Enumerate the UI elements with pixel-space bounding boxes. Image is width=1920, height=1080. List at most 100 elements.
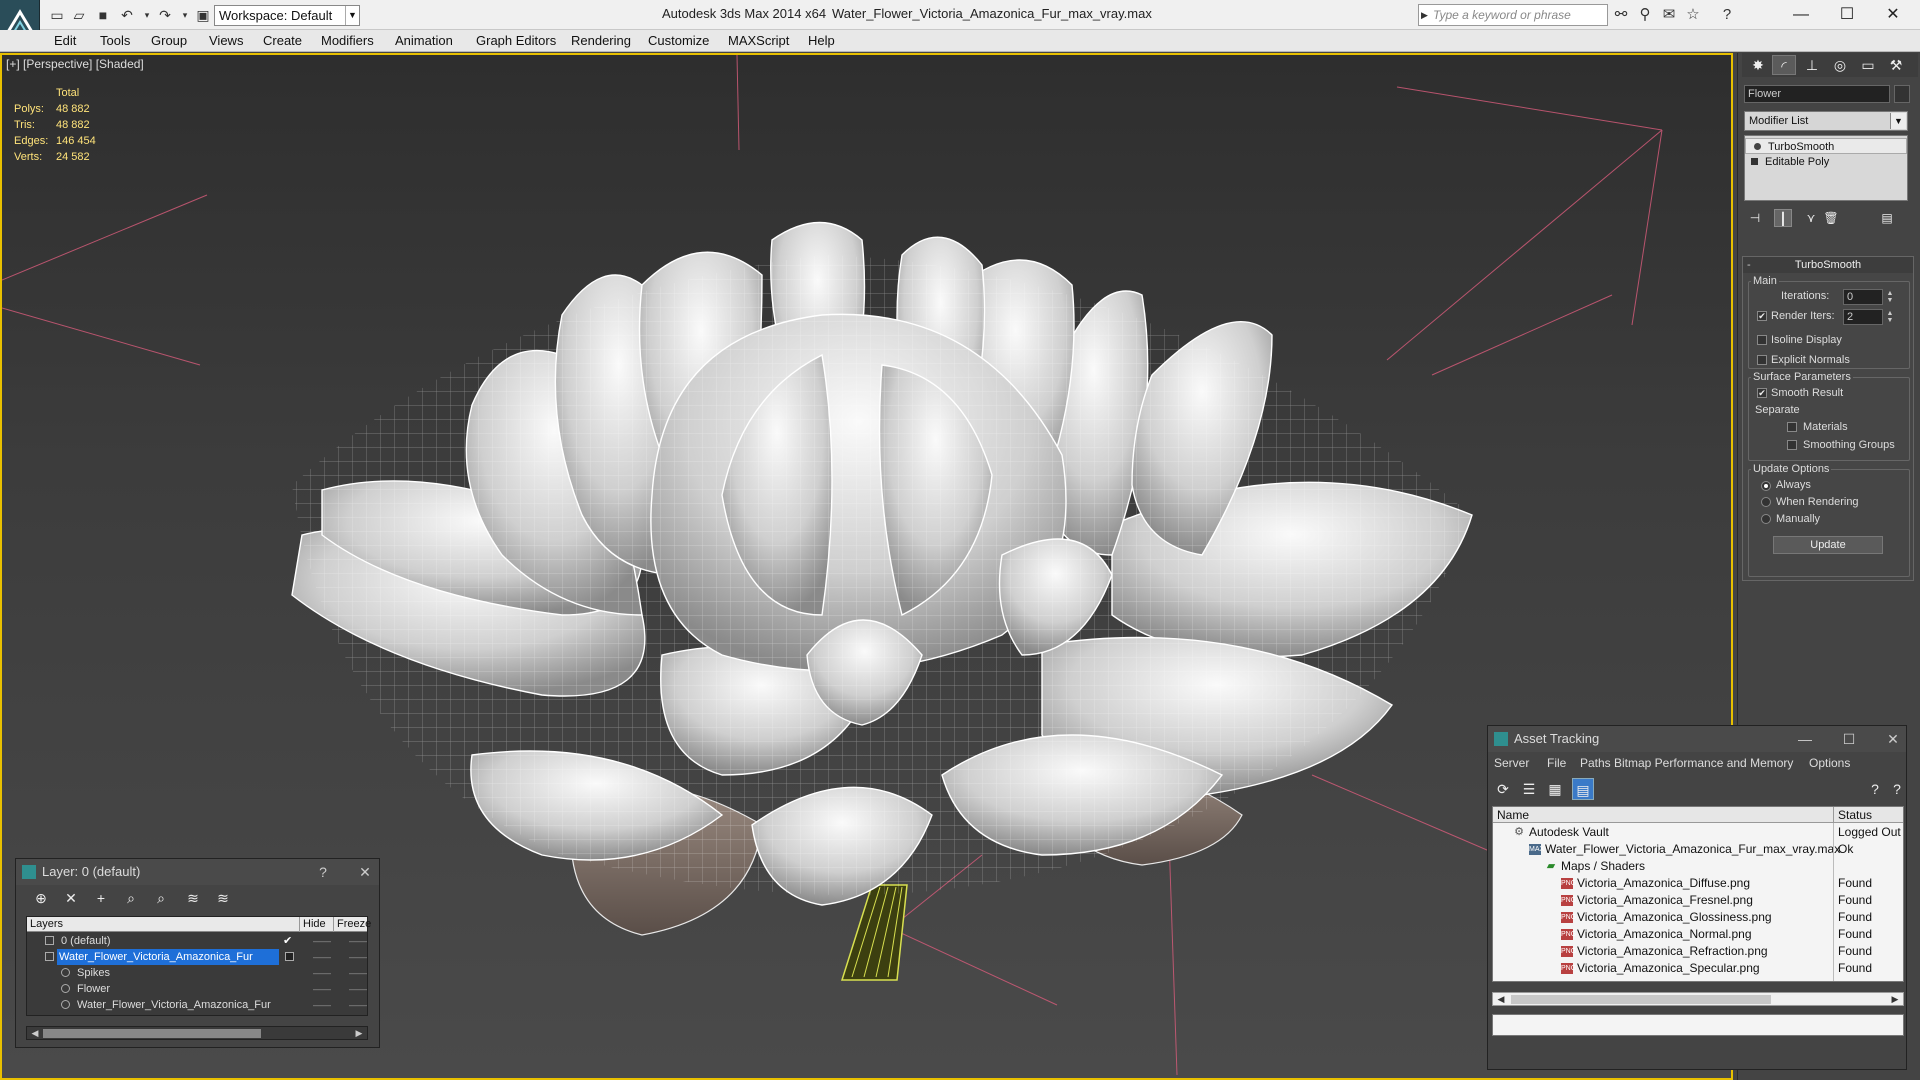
maximize-button[interactable]: ☐ (1824, 2, 1870, 28)
asset-row[interactable]: PNG Victoria_Amazonica_Refraction.png Fo… (1493, 943, 1903, 960)
scroll-thumb[interactable] (1511, 995, 1771, 1004)
minimize-button[interactable]: — (1778, 2, 1824, 28)
hide-toggle[interactable]: —— (313, 965, 331, 981)
open-file-icon[interactable]: ▱ (70, 6, 88, 24)
stack-item-turbosmooth[interactable]: TurboSmooth (1745, 138, 1907, 154)
help-icon[interactable]: ? (1718, 6, 1736, 24)
undo-dropdown-icon[interactable]: ▾ (138, 6, 156, 24)
delete-layer-icon[interactable]: ✕ (60, 887, 82, 909)
layer-row[interactable]: 0 (default) ✔ —— —— (27, 933, 367, 949)
make-current-toggle[interactable] (285, 952, 294, 961)
binoculars-icon[interactable]: ⚯ (1612, 6, 1630, 24)
asset-row[interactable]: PNG Victoria_Amazonica_Glossiness.png Fo… (1493, 909, 1903, 926)
menu-help[interactable]: Help (808, 33, 835, 48)
motion-tab-icon[interactable]: ◎ (1828, 55, 1852, 75)
freeze-toggle[interactable]: —— (349, 981, 367, 997)
col-hide[interactable]: Hide (299, 917, 333, 932)
render-iters-checkbox[interactable]: ✔ (1757, 311, 1767, 321)
menu-graph-editors[interactable]: Graph Editors (476, 33, 556, 48)
spinner-arrows-icon[interactable]: ▲ ▼ (1884, 290, 1896, 304)
layer-help-button[interactable]: ? (310, 859, 336, 885)
layer-row[interactable]: Water_Flower_Victoria_Amazonica_Fur —— —— (27, 949, 367, 965)
asset-horizontal-scrollbar[interactable]: ◀ ▶ (1492, 992, 1904, 1006)
asset-row[interactable]: PNG Victoria_Amazonica_Fresnel.png Found (1493, 892, 1903, 909)
layer-horizontal-scrollbar[interactable]: ◀ ▶ (26, 1026, 368, 1040)
asset-menu-file[interactable]: File (1547, 756, 1566, 770)
col-name[interactable]: Name (1497, 807, 1529, 823)
object-name-field[interactable]: Flower (1744, 85, 1890, 103)
hierarchy-tab-icon[interactable]: ⊥ (1800, 55, 1824, 75)
scroll-right-icon[interactable]: ▶ (1889, 993, 1901, 1005)
display-tab-icon[interactable]: ▭ (1856, 55, 1880, 75)
new-layer-icon[interactable]: ⊕ (30, 887, 52, 909)
asset-menu-bitmap-performance[interactable]: Bitmap Performance and Memory (1614, 756, 1793, 770)
modifier-list-dropdown[interactable]: Modifier List ▼ (1744, 111, 1908, 131)
hide-toggle[interactable]: —— (313, 933, 331, 949)
viewport-label[interactable]: [+] [Perspective] [Shaded] (6, 57, 144, 71)
favorites-star-icon[interactable]: ☆ (1684, 6, 1702, 24)
col-freeze[interactable]: Freeze (333, 917, 371, 932)
undo-icon[interactable]: ↶ (118, 6, 136, 24)
save-file-icon[interactable]: ■ (94, 6, 112, 24)
new-file-icon[interactable]: ▭ (48, 6, 66, 24)
hide-toggle[interactable]: —— (313, 997, 331, 1013)
asset-menu-options[interactable]: Options (1809, 756, 1850, 770)
iterations-spinner[interactable]: 0 ▲ ▼ (1843, 289, 1893, 305)
menu-customize[interactable]: Customize (648, 33, 709, 48)
hide-toggle[interactable]: —— (313, 981, 331, 997)
rollout-header[interactable]: - TurboSmooth (1743, 257, 1913, 273)
asset-row[interactable]: PNG Victoria_Amazonica_Specular.png Foun… (1493, 960, 1903, 977)
add-to-layer-icon[interactable]: + (90, 887, 112, 909)
render-iters-spinner[interactable]: 2 ▲ ▼ (1843, 309, 1893, 325)
object-color-swatch[interactable] (1894, 85, 1910, 103)
scroll-right-icon[interactable]: ▶ (353, 1027, 365, 1039)
list-view-icon[interactable]: ☰ (1518, 778, 1540, 800)
create-tab-icon[interactable]: ✸ (1746, 55, 1770, 75)
layer-row[interactable]: Water_Flower_Victoria_Amazonica_Fur —— —— (27, 997, 367, 1013)
refresh-icon[interactable]: ⟳ (1492, 778, 1514, 800)
when-rendering-radio[interactable] (1761, 497, 1771, 507)
communication-icon[interactable]: ✉ (1660, 6, 1678, 24)
asset-row[interactable]: PNG Victoria_Amazonica_Diffuse.png Found (1493, 875, 1903, 892)
search-input[interactable]: ▶ Type a keyword or phrase (1418, 4, 1608, 26)
remove-modifier-icon[interactable]: 🗑 (1822, 209, 1840, 227)
menu-modifiers[interactable]: Modifiers (321, 33, 374, 48)
workspace-dropdown[interactable]: Workspace: Default ▼ (214, 5, 360, 26)
always-radio[interactable] (1761, 481, 1771, 491)
asset-row[interactable]: ⚙ Autodesk Vault Logged Out (1493, 824, 1903, 841)
configure-sets-icon[interactable]: ▤ (1878, 209, 1896, 227)
show-end-result-icon[interactable]: ┃ (1774, 209, 1792, 227)
layer-row[interactable]: Spikes —— —— (27, 965, 367, 981)
menu-tools[interactable]: Tools (100, 33, 130, 48)
hide-toggle[interactable]: —— (313, 949, 331, 965)
asset-close-button[interactable]: ✕ (1880, 726, 1906, 752)
menu-edit[interactable]: Edit (54, 33, 76, 48)
menu-maxscript[interactable]: MAXScript (728, 33, 789, 48)
project-folder-icon[interactable]: ▣ (194, 6, 212, 24)
scroll-left-icon[interactable]: ◀ (29, 1027, 41, 1039)
stack-item-editable-poly[interactable]: Editable Poly (1745, 154, 1907, 170)
update-button[interactable]: Update (1773, 536, 1883, 554)
close-button[interactable]: ✕ (1870, 2, 1916, 28)
layer-close-button[interactable]: ✕ (352, 859, 378, 885)
lightbulb-icon[interactable] (1754, 143, 1761, 150)
select-objects-icon[interactable]: ⌕ (120, 887, 142, 909)
smoothing-groups-checkbox[interactable] (1787, 440, 1797, 450)
redo-icon[interactable]: ↷ (156, 6, 174, 24)
isoline-checkbox[interactable] (1757, 335, 1767, 345)
highlight-layer-icon[interactable]: ⌕ (150, 887, 172, 909)
vault-help-icon[interactable]: ? (1864, 778, 1886, 800)
asset-minimize-button[interactable]: — (1792, 726, 1818, 752)
subscription-icon[interactable]: ⚲ (1636, 6, 1654, 24)
asset-menu-server[interactable]: Server (1494, 756, 1529, 770)
freeze-all-layers-icon[interactable]: ≋ (212, 887, 234, 909)
asset-help-icon[interactable]: ? (1886, 778, 1908, 800)
pin-stack-icon[interactable]: ⊣ (1746, 209, 1764, 227)
menu-group[interactable]: Group (151, 33, 187, 48)
menu-animation[interactable]: Animation (395, 33, 453, 48)
layer-row[interactable]: Flower —— —— (27, 981, 367, 997)
thumbnail-view-icon[interactable]: ▦ (1544, 778, 1566, 800)
hide-all-layers-icon[interactable]: ≋ (182, 887, 204, 909)
col-layers[interactable]: Layers (27, 917, 63, 932)
asset-row[interactable]: ▰ Maps / Shaders (1493, 858, 1903, 875)
